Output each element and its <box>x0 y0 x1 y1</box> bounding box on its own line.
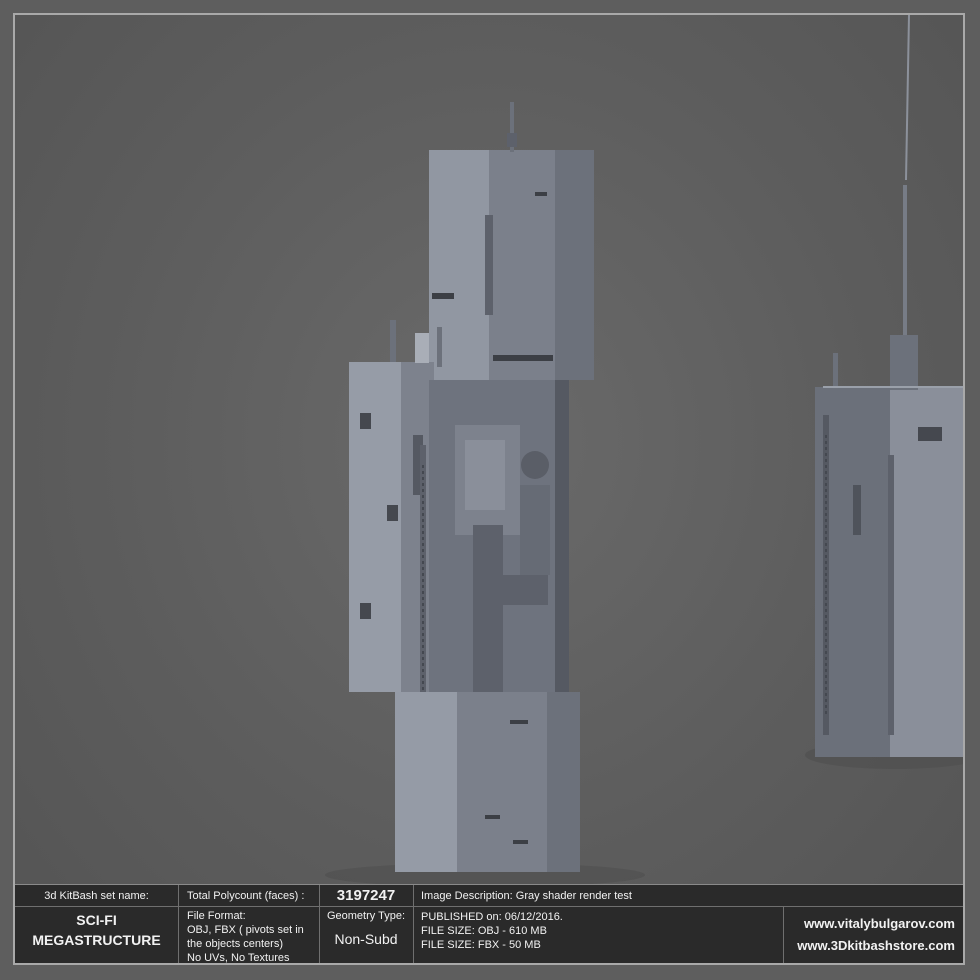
set-name-label: 3d KitBash set name: <box>44 890 149 902</box>
file-size-obj: FILE SIZE: OBJ - 610 MB <box>421 925 547 937</box>
set-name-line1: SCI-FI <box>76 912 117 928</box>
render-frame: 3d KitBash set name: SCI-FI MEGASTRUCTUR… <box>13 13 965 965</box>
website-link-vitalybulgarov[interactable]: www.vitalybulgarov.com <box>785 913 955 934</box>
file-size-fbx: FILE SIZE: FBX - 50 MB <box>421 939 541 951</box>
kitbash-render-image <box>325 15 963 885</box>
geometry-label: Geometry Type: <box>326 910 406 922</box>
right-tower <box>815 15 963 757</box>
published-date: PUBLISHED on: 06/12/2016. <box>421 911 563 923</box>
website-link-3dkitbashstore[interactable]: www.3Dkitbashstore.com <box>785 935 955 956</box>
file-format-label: File Format: <box>187 910 246 922</box>
file-format-line2: the objects centers) <box>187 938 283 950</box>
set-name-line2: MEGASTRUCTURE <box>32 932 161 948</box>
image-description: Image Description: Gray shader render te… <box>421 890 632 902</box>
polycount-value: 3197247 <box>336 887 396 904</box>
file-format-line1: OBJ, FBX ( pivots set in <box>187 924 304 936</box>
geometry-value: Non-Subd <box>334 931 398 947</box>
polycount-label: Total Polycount (faces) : <box>187 890 305 902</box>
info-panel: 3d KitBash set name: SCI-FI MEGASTRUCTUR… <box>15 884 963 963</box>
main-tower <box>349 102 594 872</box>
file-format-line3: No UVs, No Textures <box>187 952 290 964</box>
